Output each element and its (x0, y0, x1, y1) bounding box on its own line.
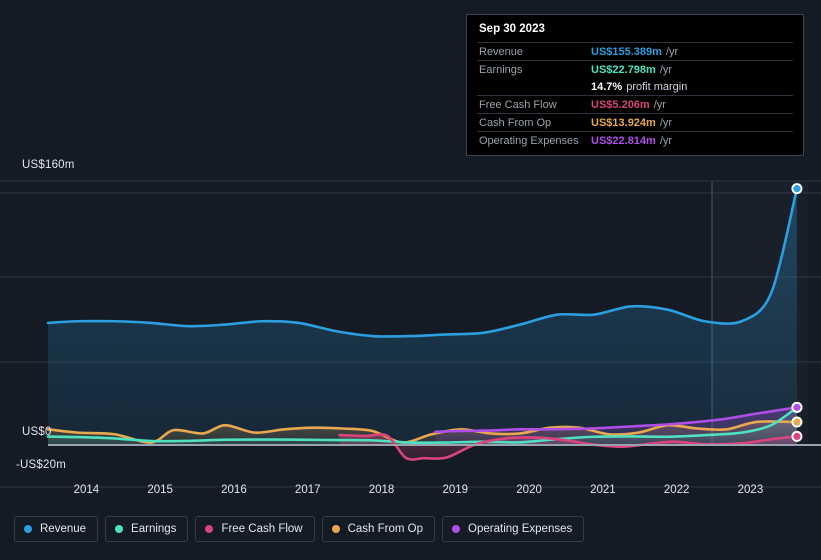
x-axis-tick-2020: 2020 (516, 484, 542, 496)
tooltip-row: Free Cash Flow US$5.206m/yr (477, 95, 793, 113)
tooltip-row-label: Cash From Op (479, 116, 552, 129)
tooltip-row: Revenue US$155.389m/yr (477, 42, 793, 60)
tooltip-row-value: US$5.206m (591, 98, 650, 111)
tooltip-row-unit: /yr (659, 134, 673, 147)
legend-item-free-cash-flow[interactable]: Free Cash Flow (195, 516, 315, 542)
tooltip-row-label: Operating Expenses (479, 134, 579, 147)
legend-item-earnings[interactable]: Earnings (105, 516, 189, 542)
legend-color-dot-icon (115, 525, 124, 533)
tooltip-row-unit: /yr (659, 116, 673, 129)
x-axis-tick-2015: 2015 (147, 484, 173, 496)
chart-tooltip: Sep 30 2023 Revenue US$155.389m/yr Earning… (466, 14, 804, 156)
legend-color-dot-icon (452, 525, 461, 533)
y-axis-label-min: -US$20m (16, 459, 66, 471)
x-axis-tick-2021: 2021 (590, 484, 616, 496)
tooltip-row-unit: /yr (653, 98, 666, 111)
tooltip-row: Cash From Op US$13.924m/yr (477, 113, 793, 131)
tooltip-row-unit: /yr (665, 45, 679, 58)
tooltip-row: Earnings US$22.798m/yr (477, 60, 793, 78)
tooltip-row-label: Free Cash Flow (479, 98, 557, 111)
legend-item-cash-from-op[interactable]: Cash From Op (321, 516, 436, 542)
tooltip-row: Operating Expenses US$22.814m/yr (477, 131, 793, 149)
legend-item-label: Free Cash Flow (221, 523, 303, 535)
legend-item-label: Cash From Op (347, 523, 424, 535)
tooltip-row-value: 14.7% (591, 80, 623, 93)
legend-color-dot-icon (331, 525, 340, 533)
tooltip-row-value: US$13.924m (591, 116, 656, 129)
x-axis-tick-2014: 2014 (73, 484, 100, 496)
x-axis-tick-2023: 2023 (737, 484, 764, 496)
tooltip-rows: Revenue US$155.389m/yr Earnings US$22.798m /… (477, 42, 793, 149)
tooltip-row-subtext: profit margin (626, 80, 688, 93)
tooltip-row: 14.7% profit margin (477, 78, 793, 95)
y-axis-label-zero: US$0 (22, 426, 52, 438)
tooltip-row-unit: /yr (659, 63, 673, 76)
y-axis-label-max: US$160m (22, 159, 75, 171)
x-axis: 2014 2015 2016 2017 2018 2019 2020 2021 2022 2023 (0, 484, 821, 504)
tooltip-row-value: US$22.798m (591, 63, 656, 76)
financial-chart: US$160m US$0 -US$20m 2014 2015 2016 2017 201… (0, 0, 821, 560)
x-axis-tick-2018: 2018 (368, 484, 395, 496)
x-axis-tick-2022: 2022 (663, 484, 690, 496)
tooltip-row-value: US$22.814m (591, 134, 656, 147)
tooltip-row-label: Earnings (479, 63, 523, 76)
chart-legend[interactable]: Revenue Earnings Free Cash Flow Cash From O… (14, 516, 585, 542)
legend-color-dot-icon (24, 525, 32, 533)
tooltip-date: Sep 30 2023 (479, 23, 545, 35)
legend-item-label: Operating Expenses (468, 523, 573, 535)
x-axis-tick-2019: 2019 (442, 484, 469, 496)
tooltip-row-label: Revenue (479, 45, 524, 58)
legend-item-label: Revenue (40, 523, 87, 535)
tooltip-row-value: US$155.389m (591, 45, 662, 58)
legend-item-label: Earnings (131, 523, 177, 535)
x-axis-tick-2017: 2017 (294, 484, 321, 496)
legend-item-operating-expenses[interactable]: Operating Expenses (442, 516, 585, 542)
x-axis-tick-2016: 2016 (221, 484, 247, 496)
legend-item-revenue[interactable]: Revenue (14, 516, 99, 542)
legend-color-dot-icon (205, 525, 214, 533)
